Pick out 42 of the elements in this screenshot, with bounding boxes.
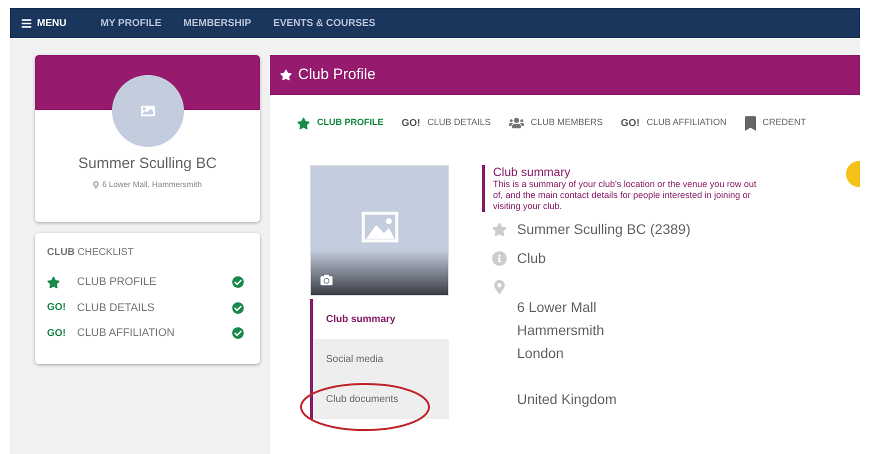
tab[interactable]: CLUB MEMBERS [508,116,603,130]
checklist-item: CLUB DETAILS [77,300,156,316]
detail-text: Club [517,249,546,268]
go-label: GO! [620,116,640,130]
checklist-item: CLUB AFFILIATION [77,326,176,341]
detail-text: Summer Sculling BC (2389) [517,220,691,239]
tab[interactable]: CREDENT [744,116,806,130]
tab[interactable]: GO! CLUB AFFILIATION [620,116,727,130]
tab[interactable]: CLUB PROFILE [297,116,384,130]
detail-text: London [517,344,565,363]
bookmark-icon [744,116,756,130]
star-icon [280,69,292,81]
detail-text: United Kingdom [517,390,617,409]
side-nav-item[interactable]: Club documents [310,379,449,419]
menu-button[interactable]: MENU [20,16,66,30]
menu-icon [20,18,33,28]
side-nav-item[interactable]: Social media [310,339,449,379]
go-label: GO! [47,301,66,316]
summary-text: This is a summary of your club's location or the venue you row out of, and the main contact details for people interested in joining or visiting your club. [493,179,757,212]
star-icon [47,276,60,289]
info-icon [492,251,507,266]
nav-link[interactable]: MY PROFILE [100,16,162,30]
location-pin-icon [494,280,505,294]
detail-text: 6 Lower Mall [517,298,598,317]
club-address: 6 Lower Mall, Hammersmith [102,178,202,190]
tab[interactable]: GO! CLUB DETAILS [402,116,491,130]
star-icon [492,222,507,237]
people-icon [508,117,524,129]
checklist-item: CLUB PROFILE [77,275,158,290]
nav-link[interactable]: EVENTS & COURSES [273,16,376,30]
nav-link[interactable]: MEMBERSHIP [183,16,252,30]
checklist-title: CLUB CHECKLIST [47,246,135,260]
panel-title: Club Profile [298,64,376,85]
location-pin-icon [93,180,100,188]
detail-text: Hammersmith [517,321,606,340]
club-name: Summer Sculling BC [78,154,217,174]
camera-icon[interactable] [320,274,333,286]
star-icon [297,116,310,130]
go-label: GO! [402,116,420,130]
go-label: GO! [47,326,66,341]
summary-title: Club summary [493,165,572,179]
image-icon [140,104,156,118]
